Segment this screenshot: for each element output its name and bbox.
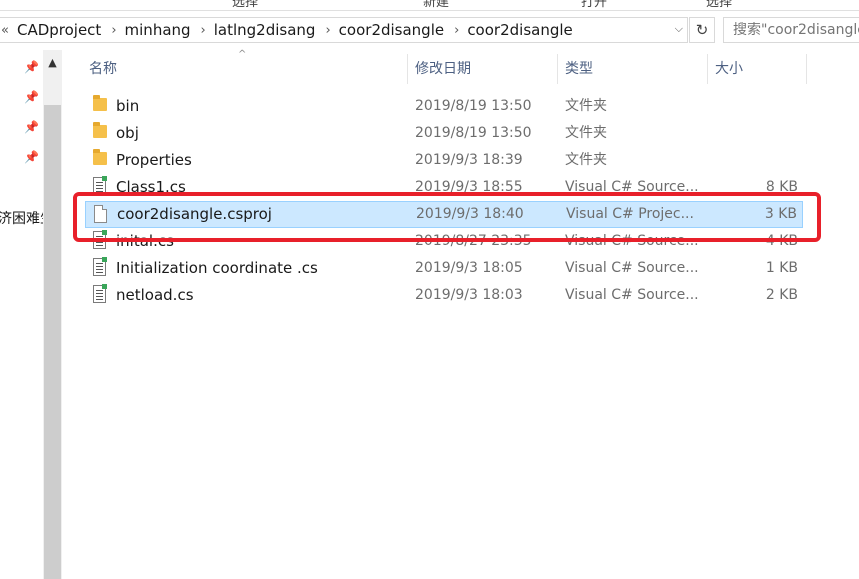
file-row[interactable]: obj 2019/8/19 13:50 文件夹 — [85, 120, 803, 147]
breadcrumb-separator-icon[interactable]: › — [103, 23, 122, 38]
column-divider[interactable] — [407, 54, 408, 84]
pin-icon[interactable]: 📌 — [24, 90, 39, 104]
column-divider[interactable] — [557, 54, 558, 84]
file-name: Initialization coordinate .cs — [116, 259, 318, 277]
file-type: Visual C# Source... — [565, 179, 699, 195]
breadcrumb-coor2disangle-parent[interactable]: coor2disangle — [337, 21, 446, 39]
file-row[interactable]: coor2disangle.csproj 2019/9/3 18:40 Visual… — [85, 201, 803, 228]
breadcrumb-separator-icon[interactable]: › — [193, 23, 212, 38]
file-type: Visual C# Source... — [565, 260, 699, 276]
breadcrumb-coor2disangle-current[interactable]: coor2disangle — [465, 21, 574, 39]
file-name: Properties — [116, 151, 192, 169]
ribbon-open-label[interactable]: 打开 — [581, 0, 607, 10]
breadcrumb-separator-icon[interactable]: › — [317, 23, 336, 38]
file-modified-date: 2019/9/3 18:05 — [415, 260, 523, 276]
file-row[interactable]: inital.cs 2019/8/27 23:35 Visual C# Source… — [85, 228, 803, 255]
file-row[interactable]: Properties 2019/9/3 18:39 文件夹 — [85, 147, 803, 174]
file-size: 4 KB — [765, 233, 798, 249]
file-modified-date: 2019/8/27 23:35 — [415, 233, 532, 249]
refresh-button[interactable]: ↻ — [689, 17, 715, 43]
breadcrumb-minhang[interactable]: minhang — [123, 21, 193, 39]
file-modified-date: 2019/8/19 13:50 — [415, 125, 532, 141]
file-name: inital.cs — [116, 232, 174, 250]
file-row[interactable]: Initialization coordinate .cs 2019/9/3 18… — [85, 255, 803, 282]
column-divider[interactable] — [806, 54, 807, 84]
breadcrumb-cadproject[interactable]: CADproject — [15, 21, 103, 39]
file-type: Visual C# Source... — [565, 287, 699, 303]
column-header-modified[interactable]: 修改日期 — [415, 54, 471, 84]
folder-icon — [93, 95, 107, 111]
file-modified-date: 2019/9/3 18:39 — [415, 152, 523, 168]
file-type: 文件夹 — [565, 125, 607, 141]
folder-icon — [93, 149, 107, 165]
file-type: 文件夹 — [565, 98, 607, 114]
breadcrumb-latlng2disang[interactable]: latlng2disang — [212, 21, 318, 39]
file-row[interactable]: Class1.cs 2019/9/3 18:55 Visual C# Source.… — [85, 174, 803, 201]
breadcrumb-separator-icon[interactable]: › — [446, 23, 465, 38]
column-header-name[interactable]: 名称 — [89, 54, 117, 84]
search-box[interactable] — [723, 17, 859, 43]
file-size: 2 KB — [765, 287, 798, 303]
file-name: Class1.cs — [116, 178, 186, 196]
address-row: « CADproject › minhang › latlng2disang ›… — [0, 14, 859, 48]
navigation-pane: 📌 📌 📌 📌 济困难生 — [0, 50, 54, 579]
column-header-type[interactable]: 类型 — [565, 54, 593, 84]
file-name: obj — [116, 124, 139, 142]
ribbon-new-label[interactable]: 新建 — [423, 0, 449, 10]
file-modified-date: 2019/9/3 18:40 — [416, 206, 524, 222]
file-size: 3 KB — [764, 206, 797, 222]
file-modified-date: 2019/9/3 18:55 — [415, 179, 523, 195]
overflow-chevron-icon[interactable]: « — [0, 23, 15, 38]
file-type: Visual C# Source... — [565, 233, 699, 249]
file-row[interactable]: bin 2019/8/19 13:50 文件夹 — [85, 93, 803, 120]
file-type: Visual C# Projec... — [566, 206, 694, 222]
column-divider[interactable] — [707, 54, 708, 84]
ribbon-strip: 选择 新建 打开 选择 — [0, 0, 859, 11]
csharp-file-icon — [93, 257, 107, 276]
ribbon-select-label[interactable]: 选择 — [232, 0, 258, 10]
ribbon-select2-label[interactable]: 选择 — [706, 0, 732, 10]
file-name: coor2disangle.csproj — [117, 205, 272, 223]
pin-icon[interactable]: 📌 — [24, 60, 39, 74]
refresh-icon: ↻ — [695, 21, 709, 39]
file-modified-date: 2019/8/19 13:50 — [415, 98, 532, 114]
search-input[interactable] — [733, 22, 859, 38]
sort-ascending-icon: ^ — [238, 49, 247, 60]
file-row[interactable]: netload.cs 2019/9/3 18:03 Visual C# Source… — [85, 282, 803, 309]
pin-icon[interactable]: 📌 — [24, 120, 39, 134]
file-size: 1 KB — [765, 260, 798, 276]
pin-icon[interactable]: 📌 — [24, 150, 39, 164]
file-type: 文件夹 — [565, 152, 607, 168]
file-modified-date: 2019/9/3 18:03 — [415, 287, 523, 303]
file-name: bin — [116, 97, 140, 115]
csharp-file-icon — [93, 230, 107, 249]
column-header-size[interactable]: 大小 — [715, 54, 743, 84]
csharp-file-icon — [93, 284, 107, 303]
blank-file-icon — [94, 205, 107, 223]
file-name: netload.cs — [116, 286, 194, 304]
scrollbar-thumb[interactable] — [44, 105, 61, 579]
address-bar[interactable]: « CADproject › minhang › latlng2disang ›… — [0, 17, 688, 43]
scroll-up-arrow-icon[interactable]: ▲ — [43, 56, 62, 69]
nav-scrollbar[interactable]: ▲ — [43, 50, 62, 579]
file-size: 8 KB — [765, 179, 798, 195]
address-dropdown-icon[interactable]: ⌵ — [675, 22, 683, 36]
folder-icon — [93, 122, 107, 138]
csharp-file-icon — [93, 176, 107, 195]
